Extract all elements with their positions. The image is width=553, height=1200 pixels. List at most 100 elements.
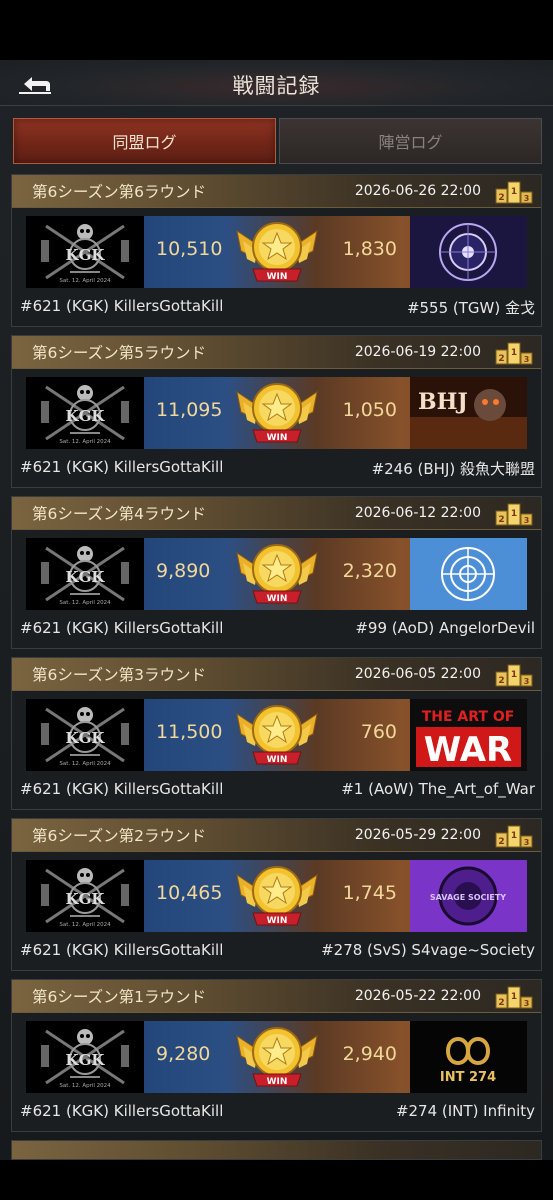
battle-record-card[interactable]: 第6シーズン第4ラウンド 2026-06-12 22:00 2 1 3 KGK …: [11, 496, 542, 649]
battle-record-card[interactable]: 第6シーズン第6ラウンド 2026-06-26 22:00 2 1 3 KGK …: [11, 174, 542, 327]
kgk-logo-icon: KGK Sat. 12. April 2024: [26, 216, 144, 288]
ranking-podium-icon[interactable]: 2 1 3: [495, 663, 533, 687]
kgk-logo-icon: KGK Sat. 12. April 2024: [26, 377, 144, 449]
tab-faction-log[interactable]: 陣営ログ: [279, 118, 542, 164]
battle-score-band: KGK Sat. 12. April 2024 9,280 WIN 2,940 …: [26, 1021, 527, 1093]
battle-score-band: KGK Sat. 12. April 2024 11,500 WIN 760 T…: [26, 699, 527, 771]
win-label: WIN: [267, 1077, 288, 1087]
win-label: WIN: [267, 594, 288, 604]
battle-score-band: KGK Sat. 12. April 2024 10,465 WIN 1,745…: [26, 860, 527, 932]
our-alliance-logo: KGK Sat. 12. April 2024: [26, 377, 144, 449]
svg-text:1: 1: [511, 670, 517, 680]
enemy-logo-icon: [410, 216, 527, 288]
svg-text:3: 3: [524, 516, 530, 525]
our-alliance-logo: KGK Sat. 12. April 2024: [26, 1021, 144, 1093]
battle-record-card[interactable]: 第6シーズン第5ラウンド 2026-06-19 22:00 2 1 3 KGK …: [11, 335, 542, 488]
tab-alliance-log[interactable]: 同盟ログ: [13, 118, 276, 164]
enemy-logo-icon: INT 274: [410, 1021, 527, 1093]
battle-record-card[interactable]: 第6シーズン第3ラウンド 2026-06-05 22:00 2 1 3 KGK …: [11, 657, 542, 810]
svg-text:2: 2: [498, 837, 504, 847]
round-title: 第6シーズン第1ラウンド: [32, 988, 206, 1006]
ranking-podium-icon[interactable]: 2 1 3: [495, 824, 533, 848]
ranking-podium-icon[interactable]: 2 1 3: [495, 502, 533, 526]
our-alliance-logo: KGK Sat. 12. April 2024: [26, 699, 144, 771]
kgk-logo-text: KGK: [66, 890, 106, 908]
svg-text:3: 3: [524, 999, 530, 1008]
kgk-logo-text: KGK: [66, 407, 106, 425]
enemy-alliance-logo: THE ART OF WAR: [410, 699, 527, 771]
svg-text:3: 3: [524, 355, 530, 364]
our-alliance-name: #621 (KGK) KillersGottaKill: [20, 780, 224, 798]
enemy-logo-text: BHJ: [418, 389, 468, 415]
kgk-logo-icon: KGK Sat. 12. April 2024: [26, 699, 144, 771]
svg-text:1: 1: [511, 992, 517, 1002]
battle-record-header: 第6シーズン第4ラウンド 2026-06-12 22:00 2 1 3: [12, 497, 541, 530]
win-label: WIN: [267, 916, 288, 926]
svg-text:3: 3: [524, 838, 530, 847]
battle-score-band: KGK Sat. 12. April 2024 9,890 WIN 2,320: [26, 538, 527, 610]
svg-text:2: 2: [498, 676, 504, 686]
svg-text:1: 1: [511, 187, 517, 197]
kgk-logo-caption: Sat. 12. April 2024: [59, 1083, 111, 1089]
ranking-podium-icon[interactable]: 2 1 3: [495, 341, 533, 365]
enemy-logo-text: INT 274: [440, 1070, 496, 1085]
round-title: 第6シーズン第4ラウンド: [32, 505, 206, 523]
enemy-score: 760: [360, 721, 397, 743]
battle-record-card[interactable]: 第6シーズン第1ラウンド 2026-05-22 22:00 2 1 3 KGK …: [11, 979, 542, 1132]
ranking-podium-icon[interactable]: 2 1 3: [495, 985, 533, 1009]
our-score: 11,095: [156, 399, 223, 421]
kgk-logo-text: KGK: [66, 1051, 106, 1069]
round-title: 第6シーズン第2ラウンド: [32, 827, 206, 845]
svg-text:2: 2: [498, 515, 504, 525]
our-alliance-name: #621 (KGK) KillersGottaKill: [20, 297, 224, 315]
ranking-podium-icon[interactable]: 2 1 3: [495, 180, 533, 204]
round-title: 第6シーズン第6ラウンド: [32, 183, 206, 201]
enemy-alliance-name: #555 (TGW) 金戈: [406, 299, 535, 317]
our-alliance-logo: KGK Sat. 12. April 2024: [26, 216, 144, 288]
svg-text:2: 2: [498, 193, 504, 203]
kgk-logo-icon: KGK Sat. 12. April 2024: [26, 1021, 144, 1093]
enemy-logo-icon: BHJ: [410, 377, 527, 449]
svg-text:3: 3: [524, 677, 530, 686]
svg-text:1: 1: [511, 509, 517, 519]
kgk-logo-text: KGK: [66, 246, 106, 264]
battle-record-header: [12, 1141, 541, 1159]
enemy-logo-text: SAVAGE SOCIETY: [430, 893, 506, 902]
enemy-logo-text: THE ART OF: [422, 709, 515, 725]
svg-text:3: 3: [524, 194, 530, 203]
battle-time: 2026-05-29 22:00: [354, 827, 481, 843]
enemy-alliance-logo: [410, 216, 527, 288]
our-alliance-name: #621 (KGK) KillersGottaKill: [20, 1102, 224, 1120]
round-title: 第6シーズン第3ラウンド: [32, 666, 206, 684]
battle-list: 第6シーズン第6ラウンド 2026-06-26 22:00 2 1 3 KGK …: [11, 174, 542, 1160]
kgk-logo-icon: KGK Sat. 12. April 2024: [26, 538, 144, 610]
kgk-logo-caption: Sat. 12. April 2024: [59, 439, 111, 445]
enemy-logo-icon: SAVAGE SOCIETY: [410, 860, 527, 932]
win-badge-icon: WIN: [236, 1027, 318, 1087]
our-score: 10,465: [156, 882, 223, 904]
battle-time: 2026-06-12 22:00: [354, 505, 481, 521]
battle-record-card[interactable]: 第6シーズン第2ラウンド 2026-05-29 22:00 2 1 3 KGK …: [11, 818, 542, 971]
svg-text:2: 2: [498, 998, 504, 1008]
our-alliance-logo: KGK Sat. 12. April 2024: [26, 860, 144, 932]
battle-record-card-partial[interactable]: [11, 1140, 542, 1160]
win-badge-icon: WIN: [236, 383, 318, 443]
enemy-logo-icon: [410, 538, 527, 610]
svg-text:1: 1: [511, 348, 517, 358]
page-title: 戦闘記録: [232, 74, 321, 98]
enemy-alliance-logo: INT 274: [410, 1021, 527, 1093]
our-score: 11,500: [156, 721, 223, 743]
svg-text:2: 2: [498, 354, 504, 364]
enemy-alliance-name: #1 (AoW) The_Art_of_War: [341, 780, 535, 798]
our-alliance-logo: KGK Sat. 12. April 2024: [26, 538, 144, 610]
win-label: WIN: [267, 433, 288, 443]
enemy-score: 1,830: [342, 238, 397, 260]
enemy-alliance-name: #246 (BHJ) 殺魚大聯盟: [371, 460, 535, 478]
win-badge-icon: WIN: [236, 705, 318, 765]
our-score: 10,510: [156, 238, 223, 260]
enemy-alliance-name: #278 (SvS) S4vage~Society: [321, 941, 535, 959]
battle-record-header: 第6シーズン第1ラウンド 2026-05-22 22:00 2 1 3: [12, 980, 541, 1013]
our-alliance-name: #621 (KGK) KillersGottaKill: [20, 941, 224, 959]
round-title: 第6シーズン第5ラウンド: [32, 344, 206, 362]
kgk-logo-text: KGK: [66, 568, 106, 586]
